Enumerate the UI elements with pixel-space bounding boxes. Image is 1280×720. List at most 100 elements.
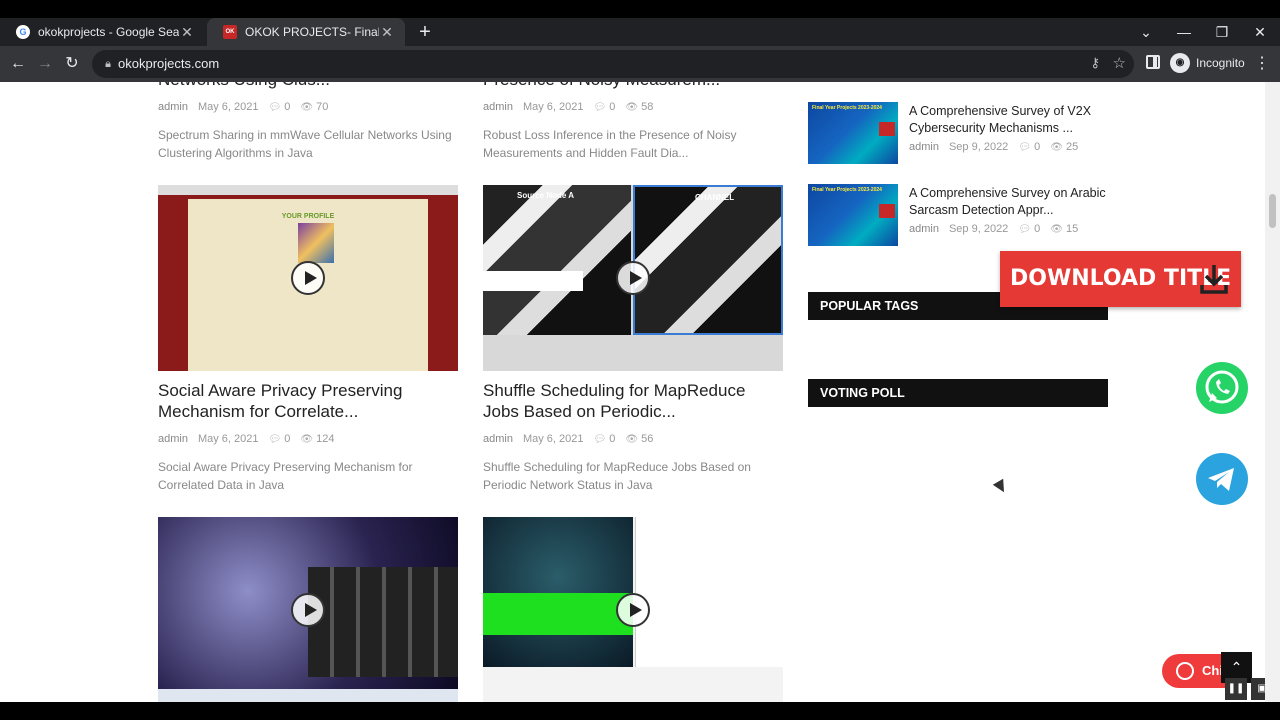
mouse-cursor	[992, 478, 1010, 496]
comment-icon: 💬︎	[1018, 142, 1032, 153]
view-count: 58	[641, 101, 654, 113]
post-thumbnail[interactable]	[158, 517, 458, 702]
eye-icon: 👁︎	[1050, 224, 1063, 235]
key-icon[interactable]: ⚷	[1090, 55, 1100, 71]
post-thumbnail[interactable]: Source Node A CHANNEL	[483, 185, 783, 371]
new-tab-button[interactable]: +	[414, 21, 436, 43]
eye-icon: 👁︎	[300, 102, 314, 113]
close-window-button[interactable]: ✕	[1241, 18, 1279, 46]
pause-icon[interactable]: ❚❚	[1225, 678, 1247, 700]
scrollbar-thumb[interactable]	[1269, 194, 1276, 228]
post-date: May 6, 2021	[197, 101, 259, 113]
comment-count: 0	[284, 101, 291, 113]
incognito-icon: ◉	[1170, 53, 1190, 73]
thumb-taskbar	[158, 689, 458, 702]
telegram-button[interactable]	[1196, 453, 1248, 505]
thumb-green-form	[483, 593, 633, 635]
thumb-banner: Final Year Projects 2023-2024	[812, 105, 882, 111]
author-link[interactable]: admin	[909, 223, 939, 235]
browser-toolbar: ← → ↻ 🔒︎ okokprojects.com ⚷ ☆ ◉ Incognit…	[0, 46, 1280, 82]
address-bar[interactable]: 🔒︎ okokprojects.com ⚷ ☆	[92, 50, 1134, 78]
post-meta: admin May 6, 2021 💬︎ 0 👁︎ 56	[483, 433, 653, 445]
post-date: Sep 9, 2022	[948, 223, 1009, 235]
back-button[interactable]: ←	[7, 53, 29, 75]
download-icon	[1200, 265, 1228, 294]
restore-button[interactable]: ❐	[1203, 18, 1241, 46]
sidebar-post-thumbnail[interactable]: Final Year Projects 2023-2024	[808, 184, 898, 246]
tab-title: okokprojects - Google Search	[38, 25, 179, 39]
post-date: May 6, 2021	[522, 433, 584, 445]
url-text[interactable]: okokprojects.com	[118, 56, 219, 71]
sidebar-post-thumbnail[interactable]: Final Year Projects 2023-2024	[808, 102, 898, 164]
whatsapp-button[interactable]	[1196, 362, 1248, 414]
google-icon: G	[16, 25, 30, 39]
sidebar-post-title[interactable]: A Comprehensive Survey on Arabic Sarcasm…	[909, 185, 1109, 219]
author-link[interactable]: admin	[909, 141, 939, 153]
thumb-ide-panel	[635, 517, 783, 667]
letterbox-top	[0, 0, 1280, 18]
post-excerpt: Spectrum Sharing in mmWave Cellular Netw…	[158, 128, 452, 160]
author-link[interactable]: admin	[483, 101, 513, 113]
star-icon[interactable]: ☆	[1113, 54, 1126, 72]
close-icon[interactable]: ✕	[179, 24, 195, 41]
eye-icon: 👁︎	[1050, 142, 1063, 153]
thumb-profile-photo	[298, 223, 334, 263]
thumb-right-panel: CHANNEL	[633, 185, 783, 335]
post-excerpt: Social Aware Privacy Preserving Mechanis…	[158, 460, 413, 492]
post-title[interactable]: Presence of Noisy Measurem...	[483, 82, 720, 90]
tab-google-search[interactable]: G okokprojects - Google Search ✕	[0, 18, 205, 46]
comment-icon: 💬︎	[593, 434, 607, 445]
reload-button[interactable]: ↻	[61, 53, 83, 75]
tab-strip: G okokprojects - Google Search ✕ OK OKOK…	[0, 18, 1280, 46]
post-title[interactable]: Networks Using Clus...	[158, 82, 330, 90]
post-title[interactable]: Social Aware Privacy Preserving Mechanis…	[158, 380, 458, 422]
thumb-text-box	[483, 271, 583, 291]
post-title[interactable]: Shuffle Scheduling for MapReduce Jobs Ba…	[483, 380, 783, 422]
view-count: 124	[316, 433, 335, 445]
tab-okok-projects[interactable]: OK OKOK PROJECTS- Final Year Proj ✕	[207, 18, 405, 46]
post-thumbnail[interactable]	[483, 517, 783, 702]
post-excerpt: Shuffle Scheduling for MapReduce Jobs Ba…	[483, 460, 751, 492]
thumb-banner: Final Year Projects 2023-2024	[812, 187, 882, 193]
sidebar-post-title[interactable]: A Comprehensive Survey of V2X Cybersecur…	[909, 103, 1109, 137]
eye-icon: 👁︎	[625, 102, 639, 113]
post-date: Sep 9, 2022	[948, 141, 1009, 153]
incognito-label: Incognito	[1196, 56, 1245, 70]
post-thumbnail[interactable]: YOUR PROFILE	[158, 185, 458, 371]
forward-button[interactable]: →	[34, 53, 56, 75]
play-button[interactable]	[616, 593, 650, 627]
view-count: 15	[1065, 223, 1079, 235]
author-link[interactable]: admin	[158, 433, 188, 445]
post-excerpt: Robust Loss Inference in the Presence of…	[483, 128, 737, 160]
post-date: May 6, 2021	[522, 101, 584, 113]
post-date: May 6, 2021	[197, 433, 259, 445]
comment-icon: 💬︎	[593, 102, 607, 113]
author-link[interactable]: admin	[483, 433, 513, 445]
play-button[interactable]	[291, 593, 325, 627]
voting-poll-heading: VOTING POLL	[808, 379, 1108, 407]
minimize-button[interactable]: —	[1165, 18, 1203, 46]
chevron-up-icon: ⌃	[1230, 659, 1243, 675]
comment-count: 0	[1034, 141, 1041, 153]
page-viewport: Networks Using Clus... Presence of Noisy…	[0, 82, 1280, 702]
lock-icon[interactable]: 🔒︎	[100, 56, 116, 72]
comment-count: 0	[284, 433, 291, 445]
kebab-menu-icon[interactable]: ⋮	[1254, 53, 1270, 73]
incognito-indicator[interactable]: ◉ Incognito	[1170, 53, 1245, 73]
side-panel-icon[interactable]	[1146, 55, 1160, 69]
comment-icon: 💬︎	[268, 434, 282, 445]
comment-icon: 💬︎	[1018, 224, 1032, 235]
author-link[interactable]: admin	[158, 101, 188, 113]
chat-label: Chi	[1202, 663, 1223, 678]
download-title-button[interactable]: DOWNLOAD TITLE	[1000, 251, 1241, 307]
page-scrollbar[interactable]	[1265, 82, 1280, 702]
tab-search-icon[interactable]: ⌄	[1127, 18, 1165, 46]
eye-icon: 👁︎	[625, 434, 639, 445]
sidebar-post-meta: admin Sep 9, 2022 💬︎ 0 👁︎ 15	[909, 223, 1078, 235]
play-button[interactable]	[616, 261, 650, 295]
sidebar-post-meta: admin Sep 9, 2022 💬︎ 0 👁︎ 25	[909, 141, 1078, 153]
close-icon[interactable]: ✕	[379, 24, 395, 41]
play-button[interactable]	[291, 261, 325, 295]
thumb-left-panel	[483, 517, 633, 667]
thumb-browser-bar	[158, 185, 458, 195]
